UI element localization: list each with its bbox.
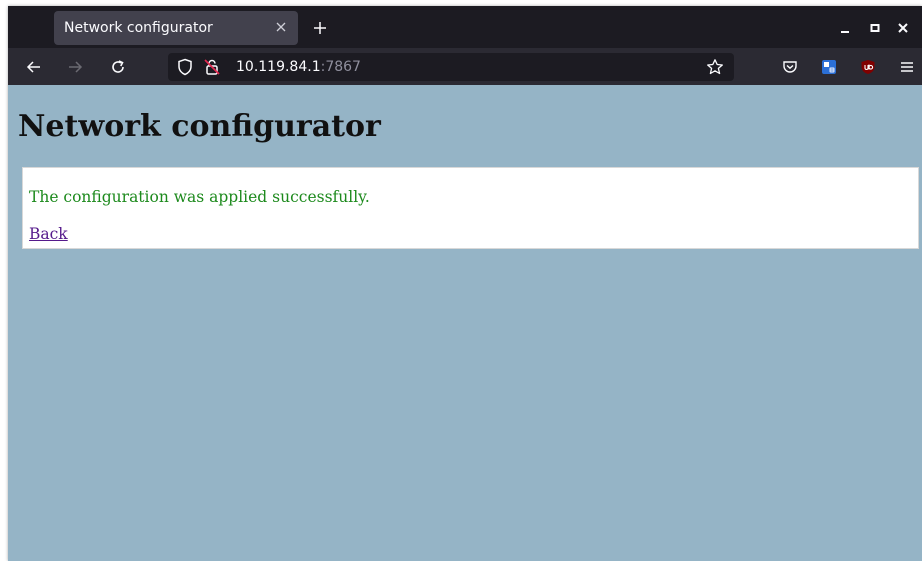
extension-button[interactable]: [817, 55, 841, 79]
pocket-button[interactable]: [778, 55, 802, 79]
arrow-right-icon: [69, 61, 83, 73]
back-button[interactable]: [22, 55, 46, 79]
arrow-left-icon: [26, 61, 40, 73]
maximize-icon: [870, 24, 880, 32]
close-window-icon: [898, 23, 908, 33]
insecure-lock-icon[interactable]: [204, 58, 220, 80]
tab-title: Network configurator: [64, 20, 213, 36]
minimize-icon: [841, 31, 849, 33]
extension-icon: [822, 60, 836, 74]
page-content: Network configurator The configuration w…: [8, 85, 922, 561]
plus-icon: [314, 22, 326, 34]
result-panel: The configuration was applied successful…: [22, 167, 919, 249]
reload-button[interactable]: [106, 55, 130, 79]
forward-button[interactable]: [63, 55, 87, 79]
ublock-button[interactable]: [856, 55, 880, 79]
page-title: Network configurator: [18, 109, 381, 144]
close-icon[interactable]: [272, 18, 290, 36]
url-port: :7867: [320, 59, 361, 75]
tab-network-configurator[interactable]: Network configurator: [54, 11, 298, 45]
url-text[interactable]: 10.119.84.1:7867: [236, 57, 361, 77]
minimize-button[interactable]: [835, 18, 855, 38]
tab-bar: Network configurator: [8, 6, 922, 48]
back-link[interactable]: Back: [29, 225, 68, 243]
menu-button[interactable]: [895, 55, 919, 79]
shield-icon[interactable]: [177, 58, 193, 80]
new-tab-button[interactable]: [308, 16, 332, 40]
url-bar[interactable]: 10.119.84.1:7867: [168, 53, 734, 81]
success-message: The configuration was applied successful…: [29, 188, 370, 206]
browser-window: Network configurator 10.119.84.1:7867 Ne…: [8, 6, 922, 561]
url-host: 10.119.84.1: [236, 59, 321, 75]
pocket-icon: [783, 61, 797, 73]
navigation-toolbar: 10.119.84.1:7867: [8, 48, 922, 85]
reload-icon: [112, 60, 124, 73]
hamburger-menu-icon: [901, 62, 913, 72]
close-window-button[interactable]: [893, 18, 913, 38]
star-icon[interactable]: [706, 58, 724, 80]
ublock-icon: [861, 60, 875, 74]
maximize-button[interactable]: [865, 18, 885, 38]
